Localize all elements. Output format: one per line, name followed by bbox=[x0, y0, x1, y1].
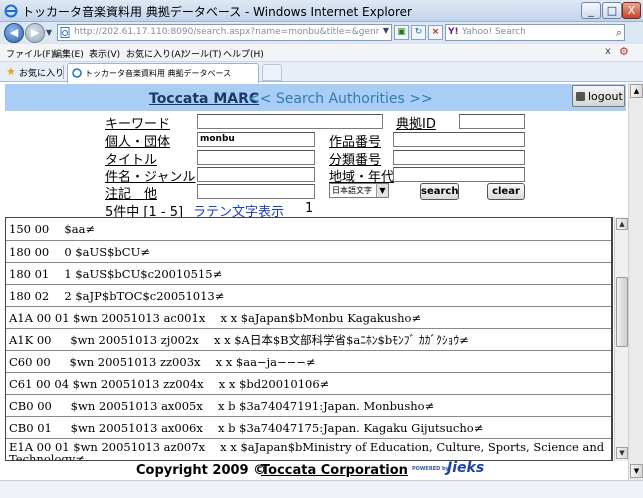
tools-gear-icon[interactable]: ⚙ bbox=[619, 45, 629, 58]
window-title: トッカータ音楽資料用 典拠データベース - Windows Internet E… bbox=[22, 5, 412, 19]
title-input[interactable] bbox=[197, 150, 315, 165]
menu-help[interactable]: ヘルプ(H) bbox=[223, 47, 264, 60]
subject-input[interactable] bbox=[197, 167, 315, 182]
classification-input[interactable] bbox=[393, 150, 525, 165]
page-icon bbox=[60, 27, 70, 38]
maximize-button[interactable]: □ bbox=[602, 2, 622, 19]
menu-favorites[interactable]: お気に入り(A) bbox=[126, 47, 184, 60]
new-tab-button[interactable] bbox=[262, 64, 282, 81]
record-row: 180 01 1 $aUS$bCU$c20010515≠ bbox=[6, 263, 611, 285]
note-label: 注記 他 bbox=[105, 187, 158, 202]
recent-pages-dropdown-icon[interactable]: ▼ bbox=[46, 28, 52, 37]
active-tab[interactable]: トッカータ音楽資料用 典拠データベース bbox=[67, 63, 259, 83]
name-input[interactable]: monbu bbox=[197, 132, 315, 147]
tab-label: トッカータ音楽資料用 典拠データベース bbox=[85, 69, 232, 78]
search-placeholder[interactable]: Yahoo! Search bbox=[462, 27, 526, 37]
language-select[interactable]: 日本語文字 ▼ bbox=[329, 183, 389, 198]
url-field[interactable]: http://202.61.17.110:8090/search.aspx?na… bbox=[57, 24, 392, 41]
region-input[interactable] bbox=[393, 167, 525, 182]
note-input[interactable] bbox=[197, 184, 315, 199]
name-label: 個人・団体 bbox=[105, 135, 171, 150]
select-arrow-icon[interactable]: ▼ bbox=[376, 184, 388, 197]
page-title[interactable]: Toccata MARC bbox=[149, 91, 259, 107]
record-row: 150 00 $aa≠ bbox=[6, 218, 611, 241]
record-row: 180 00 0 $aUS$bCU≠ bbox=[6, 241, 611, 263]
work-number-label: 作品番号 bbox=[329, 135, 382, 150]
tab-page-icon bbox=[72, 68, 82, 78]
stop-icon: × bbox=[431, 27, 440, 37]
tab-divider bbox=[63, 65, 64, 79]
url-dropdown-icon[interactable]: ▼ bbox=[383, 26, 389, 35]
record-row: C61 00 04 $wn 20051013 zz004x x x $bd200… bbox=[6, 373, 611, 395]
forward-arrow-icon: ▶ bbox=[30, 26, 40, 39]
powered-by-text: POWERED by bbox=[412, 466, 449, 472]
page-scrollbar[interactable]: ▲ ▼ bbox=[628, 83, 643, 480]
search-box[interactable]: Y! Yahoo! Search ⌕ bbox=[445, 24, 625, 41]
copyright-text: Copyright 2009 © bbox=[136, 463, 267, 478]
authority-id-label: 典拠ID bbox=[396, 117, 436, 132]
page-header: Toccata MARC << Search Authorities >> bbox=[5, 84, 626, 111]
stop-button[interactable]: × bbox=[428, 25, 443, 40]
favorites-button[interactable]: お気に入り bbox=[19, 66, 64, 79]
close-button[interactable]: X bbox=[622, 2, 641, 19]
logout-icon bbox=[576, 92, 585, 101]
menu-edit[interactable]: 編集(E) bbox=[53, 47, 84, 60]
tab-bar: ★ お気に入り トッカータ音楽資料用 典拠データベース bbox=[0, 62, 643, 83]
yahoo-icon: Y! bbox=[448, 27, 459, 37]
page-scroll-up-icon[interactable]: ▲ bbox=[630, 84, 643, 98]
search-icon[interactable]: ⌕ bbox=[616, 26, 622, 40]
company-link[interactable]: Toccata Corporation bbox=[261, 463, 408, 478]
authority-id-input[interactable] bbox=[459, 114, 525, 129]
scroll-up-icon[interactable]: ▲ bbox=[616, 218, 628, 230]
page-number[interactable]: 1 bbox=[305, 201, 313, 216]
logout-label: logout bbox=[588, 90, 623, 103]
menu-bar: ファイル(F) 編集(E) 表示(V) お気に入り(A) ツール(T) ヘルプ(… bbox=[0, 44, 643, 62]
internet-explorer-icon bbox=[4, 4, 18, 18]
scroll-thumb[interactable] bbox=[616, 277, 628, 347]
menu-file[interactable]: ファイル(F) bbox=[6, 47, 54, 60]
record-row: CB0 01 $wn 20051013 ax006x x b $3a740471… bbox=[6, 417, 611, 439]
record-row: CB0 00 $wn 20051013 ax005x x b $3a740471… bbox=[6, 395, 611, 417]
status-bar bbox=[0, 480, 643, 498]
refresh-icon: ↻ bbox=[414, 27, 423, 37]
keyword-input[interactable] bbox=[197, 114, 383, 129]
close-menu-icon[interactable]: x bbox=[605, 46, 611, 57]
forward-button[interactable]: ▶ bbox=[25, 23, 45, 43]
record-list: 150 00 $aa≠ 180 00 0 $aUS$bCU≠ 180 01 1 … bbox=[5, 217, 613, 461]
search-form: キーワード 典拠ID 個人・団体 monbu 作品番号 タイトル 分類番号 件名… bbox=[0, 113, 643, 220]
favorites-star-icon[interactable]: ★ bbox=[6, 65, 16, 78]
record-row: C60 00 $wn 20051013 zz003x x x $aa−ja−−−… bbox=[6, 351, 611, 373]
back-button[interactable]: ◀ bbox=[4, 23, 24, 43]
jieks-logo[interactable]: Jieks bbox=[447, 460, 484, 476]
page-footer: Copyright 2009 © Toccata Corporation POW… bbox=[0, 460, 643, 480]
record-row: 180 02 2 $aJP$bTOC$c20051013≠ bbox=[6, 285, 611, 307]
address-bar: ◀ ▶ ▼ http://202.61.17.110:8090/search.a… bbox=[0, 22, 643, 44]
keyword-label: キーワード bbox=[105, 117, 171, 132]
page-subtitle: << Search Authorities >> bbox=[248, 91, 433, 107]
logout-button[interactable]: logout bbox=[572, 85, 625, 107]
window-titlebar: トッカータ音楽資料用 典拠データベース - Windows Internet E… bbox=[0, 0, 643, 22]
url-text[interactable]: http://202.61.17.110:8090/search.aspx?na… bbox=[74, 27, 379, 37]
minimize-button[interactable]: _ bbox=[581, 2, 601, 19]
menu-view[interactable]: 表示(V) bbox=[89, 47, 120, 60]
scroll-down-icon[interactable]: ▼ bbox=[616, 447, 628, 459]
record-list-scrollbar[interactable]: ▲ ▼ bbox=[614, 217, 628, 461]
work-number-input[interactable] bbox=[393, 132, 525, 147]
language-value: 日本語文字 bbox=[332, 186, 372, 195]
clear-button[interactable]: clear bbox=[487, 183, 525, 200]
search-button[interactable]: search bbox=[420, 183, 459, 200]
compat-view-button[interactable]: ▣ bbox=[394, 25, 409, 40]
page-scroll-down-icon[interactable]: ▼ bbox=[630, 464, 643, 478]
back-arrow-icon: ◀ bbox=[9, 26, 19, 39]
compat-icon: ▣ bbox=[397, 27, 406, 37]
refresh-button[interactable]: ↻ bbox=[411, 25, 426, 40]
record-row: A1K 00 $wn 20051013 zj002x x x $A日本$B文部科… bbox=[6, 329, 611, 351]
record-row: E1A 00 01 $wn 20051013 az007x x x $aJapa… bbox=[6, 439, 611, 460]
page-viewport: Toccata MARC << Search Authorities >> lo… bbox=[0, 83, 643, 480]
menu-tools[interactable]: ツール(T) bbox=[182, 47, 222, 60]
record-row: A1A 00 01 $wn 20051013 ac001x x x $aJapa… bbox=[6, 307, 611, 329]
